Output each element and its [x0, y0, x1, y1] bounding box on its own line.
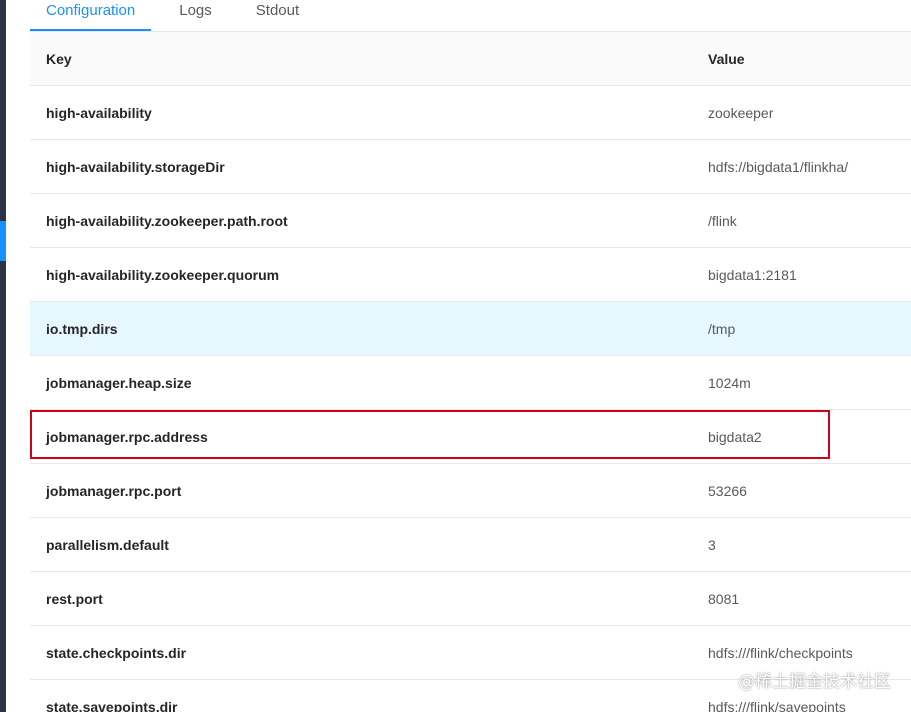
config-key: jobmanager.rpc.address	[46, 428, 208, 445]
config-key: high-availability.storageDir	[46, 158, 225, 175]
config-value: 53266	[708, 482, 747, 499]
config-key: high-availability.zookeeper.quorum	[46, 266, 280, 283]
table-row[interactable]: parallelism.default 3	[30, 518, 911, 572]
config-key: io.tmp.dirs	[46, 320, 118, 337]
tab-logs[interactable]: Logs	[163, 0, 228, 29]
page: Configuration Logs Stdout Key Value high…	[0, 0, 911, 712]
config-value: bigdata2	[708, 428, 762, 445]
config-key: high-availability	[46, 104, 152, 121]
table-row[interactable]: high-availability.zookeeper.quorum bigda…	[30, 248, 911, 302]
config-value: hdfs:///flink/savepoints	[708, 698, 846, 712]
config-value: bigdata1:2181	[708, 266, 797, 283]
table-row[interactable]: rest.port 8081	[30, 572, 911, 626]
config-key: jobmanager.heap.size	[46, 374, 192, 391]
config-value: hdfs:///flink/checkpoints	[708, 644, 853, 661]
config-value: 1024m	[708, 374, 751, 391]
config-key: rest.port	[46, 590, 103, 607]
config-value: /flink	[708, 212, 737, 229]
column-header-key[interactable]: Key	[30, 51, 692, 67]
main-content: Configuration Logs Stdout Key Value high…	[6, 0, 911, 712]
table-row[interactable]: high-availability.zookeeper.path.root /f…	[30, 194, 911, 248]
configuration-table: Key Value high-availability zookeeper hi…	[30, 31, 911, 712]
config-value: hdfs://bigdata1/flinkha/	[708, 158, 849, 175]
table-row[interactable]: jobmanager.heap.size 1024m	[30, 356, 911, 410]
table-row-hovered[interactable]: io.tmp.dirs /tmp	[30, 302, 911, 356]
table-row[interactable]: high-availability.storageDir hdfs://bigd…	[30, 140, 911, 194]
column-header-value[interactable]: Value	[692, 51, 911, 67]
tab-configuration[interactable]: Configuration	[30, 0, 152, 31]
table-row[interactable]: high-availability zookeeper	[30, 86, 911, 140]
config-value: 3	[708, 536, 716, 553]
config-key: state.savepoints.dir	[46, 698, 178, 712]
config-key: state.checkpoints.dir	[46, 644, 187, 661]
config-key: parallelism.default	[46, 536, 169, 553]
tab-bar: Configuration Logs Stdout	[30, 0, 911, 31]
config-key: high-availability.zookeeper.path.root	[46, 212, 288, 229]
table-row[interactable]: jobmanager.rpc.port 53266	[30, 464, 911, 518]
config-key: jobmanager.rpc.port	[46, 482, 182, 499]
tab-stdout[interactable]: Stdout	[240, 0, 315, 29]
config-value: 8081	[708, 590, 740, 607]
config-value: zookeeper	[708, 104, 774, 121]
watermark-text: @稀土掘金技术社区	[738, 672, 891, 692]
table-row-highlighted[interactable]: jobmanager.rpc.address bigdata2	[30, 410, 911, 464]
config-value: /tmp	[708, 320, 736, 337]
table-header: Key Value	[30, 32, 911, 86]
